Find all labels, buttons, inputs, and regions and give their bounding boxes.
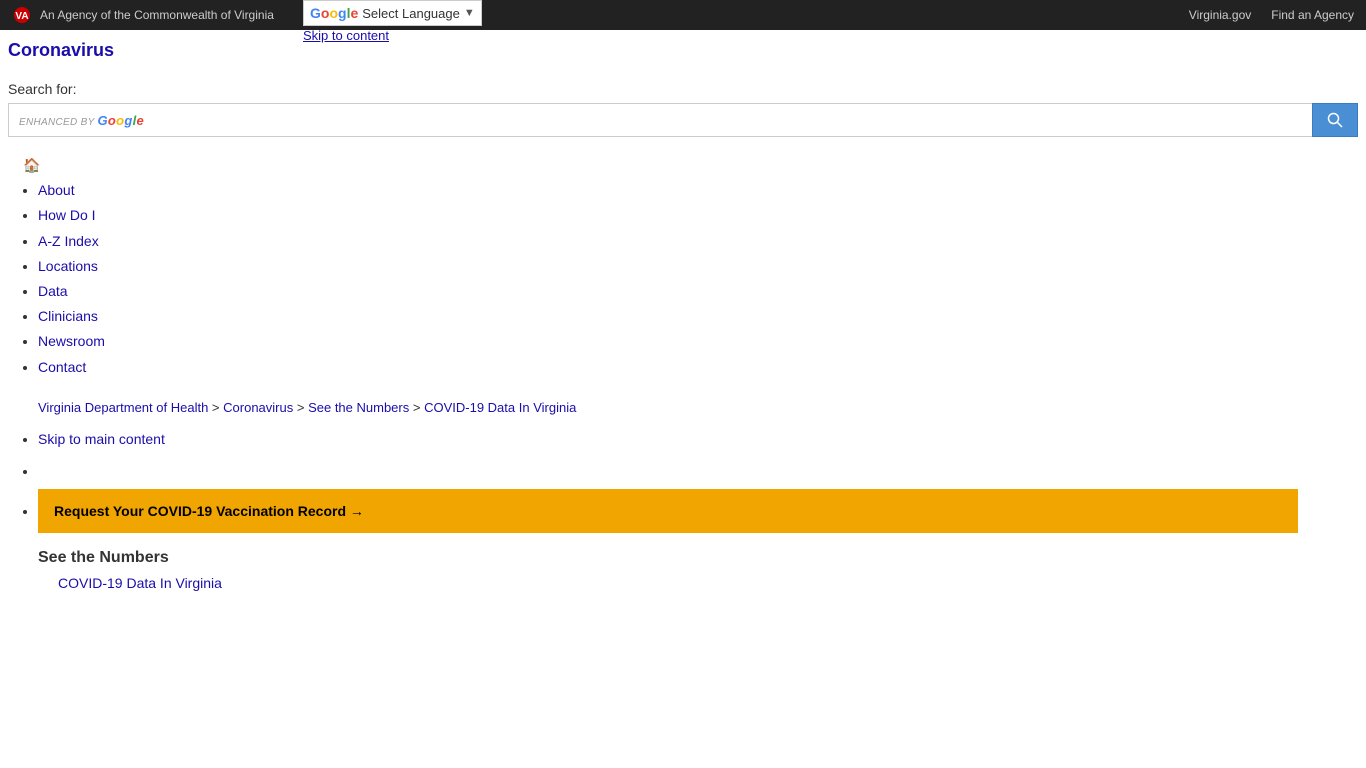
nav-item-newsroom: Newsroom <box>38 329 1358 354</box>
agency-text: An Agency of the Commonwealth of Virgini… <box>40 8 274 22</box>
skip-main-list: Skip to main content <box>8 431 1358 447</box>
nav-item-az-index: A-Z Index <box>38 229 1358 254</box>
google-logo-icon: Google <box>310 5 358 21</box>
empty-bullet-item <box>38 463 1358 479</box>
top-bar-right: Virginia.gov Find an Agency <box>1189 8 1354 22</box>
nav-item-locations: Locations <box>38 254 1358 279</box>
top-bar-left: VA An Agency of the Commonwealth of Virg… <box>12 5 274 25</box>
site-title-link[interactable]: Coronavirus <box>8 40 1358 61</box>
nav-link-data[interactable]: Data <box>38 283 68 299</box>
see-numbers-title: See the Numbers <box>38 549 1358 567</box>
nav-list: 🏠 About How Do I A-Z Index Locations Dat… <box>8 153 1358 380</box>
breadcrumb-see-numbers[interactable]: See the Numbers <box>308 400 409 415</box>
chevron-down-icon: ▼ <box>464 7 475 19</box>
nav-link-how-do-i[interactable]: How Do I <box>38 207 96 223</box>
nav-link-clinicians[interactable]: Clinicians <box>38 308 98 324</box>
language-bar[interactable]: Google Select Language ▼ <box>303 0 482 26</box>
nav-link-newsroom[interactable]: Newsroom <box>38 333 105 349</box>
search-icon <box>1327 112 1343 128</box>
agency-icon: VA <box>12 5 32 25</box>
breadcrumb-sep-1: > <box>212 400 223 415</box>
skip-to-content-link[interactable]: Skip to content <box>303 28 389 43</box>
covid-data-link[interactable]: COVID-19 Data In Virginia <box>58 575 1358 591</box>
vaccination-banner-item: Request Your COVID-19 Vaccination Record… <box>38 489 1358 533</box>
nav-item-how-do-i: How Do I <box>38 203 1358 228</box>
find-agency-link[interactable]: Find an Agency <box>1271 8 1354 22</box>
google-g-logo: Google <box>97 113 144 128</box>
nav-link-contact[interactable]: Contact <box>38 359 86 375</box>
search-row: ENHANCED BY Google <box>8 103 1358 137</box>
search-label: Search for: <box>8 81 1358 97</box>
nav-item-contact: Contact <box>38 355 1358 380</box>
search-input-container: ENHANCED BY Google <box>8 103 1312 137</box>
search-input[interactable] <box>152 112 1302 128</box>
svg-text:VA: VA <box>15 11 28 22</box>
breadcrumb-covid-data[interactable]: COVID-19 Data In Virginia <box>424 400 576 415</box>
see-numbers-section: See the Numbers COVID-19 Data In Virgini… <box>38 549 1358 591</box>
skip-main-item: Skip to main content <box>38 431 1358 447</box>
empty-bullet-list <box>8 463 1358 479</box>
nav-home-link[interactable]: 🏠 <box>23 157 40 173</box>
home-icon: 🏠 <box>23 157 40 173</box>
nav-link-locations[interactable]: Locations <box>38 258 98 274</box>
breadcrumb-coronavirus[interactable]: Coronavirus <box>223 400 293 415</box>
virginia-gov-link[interactable]: Virginia.gov <box>1189 8 1251 22</box>
search-button[interactable] <box>1312 103 1358 137</box>
skip-main-link[interactable]: Skip to main content <box>38 431 165 447</box>
main-content: Coronavirus Search for: ENHANCED BY Goog… <box>0 30 1366 601</box>
nav-link-about[interactable]: About <box>38 182 75 198</box>
nav-item-about: About <box>38 178 1358 203</box>
breadcrumb: Virginia Department of Health > Coronavi… <box>38 400 1358 415</box>
top-bar: VA An Agency of the Commonwealth of Virg… <box>0 0 1366 30</box>
breadcrumb-vdh[interactable]: Virginia Department of Health <box>38 400 208 415</box>
breadcrumb-sep-3: > <box>413 400 424 415</box>
select-language-text: Select Language <box>362 6 460 21</box>
breadcrumb-sep-2: > <box>297 400 308 415</box>
vaccination-record-banner[interactable]: Request Your COVID-19 Vaccination Record… <box>38 489 1298 533</box>
vaccination-banner-wrapper: Request Your COVID-19 Vaccination Record… <box>8 489 1358 533</box>
nav-home-item: 🏠 <box>23 153 1358 178</box>
nav-item-data: Data <box>38 279 1358 304</box>
nav-link-az-index[interactable]: A-Z Index <box>38 233 99 249</box>
enhanced-by-google-text: ENHANCED BY Google <box>19 113 146 128</box>
nav-item-clinicians: Clinicians <box>38 304 1358 329</box>
